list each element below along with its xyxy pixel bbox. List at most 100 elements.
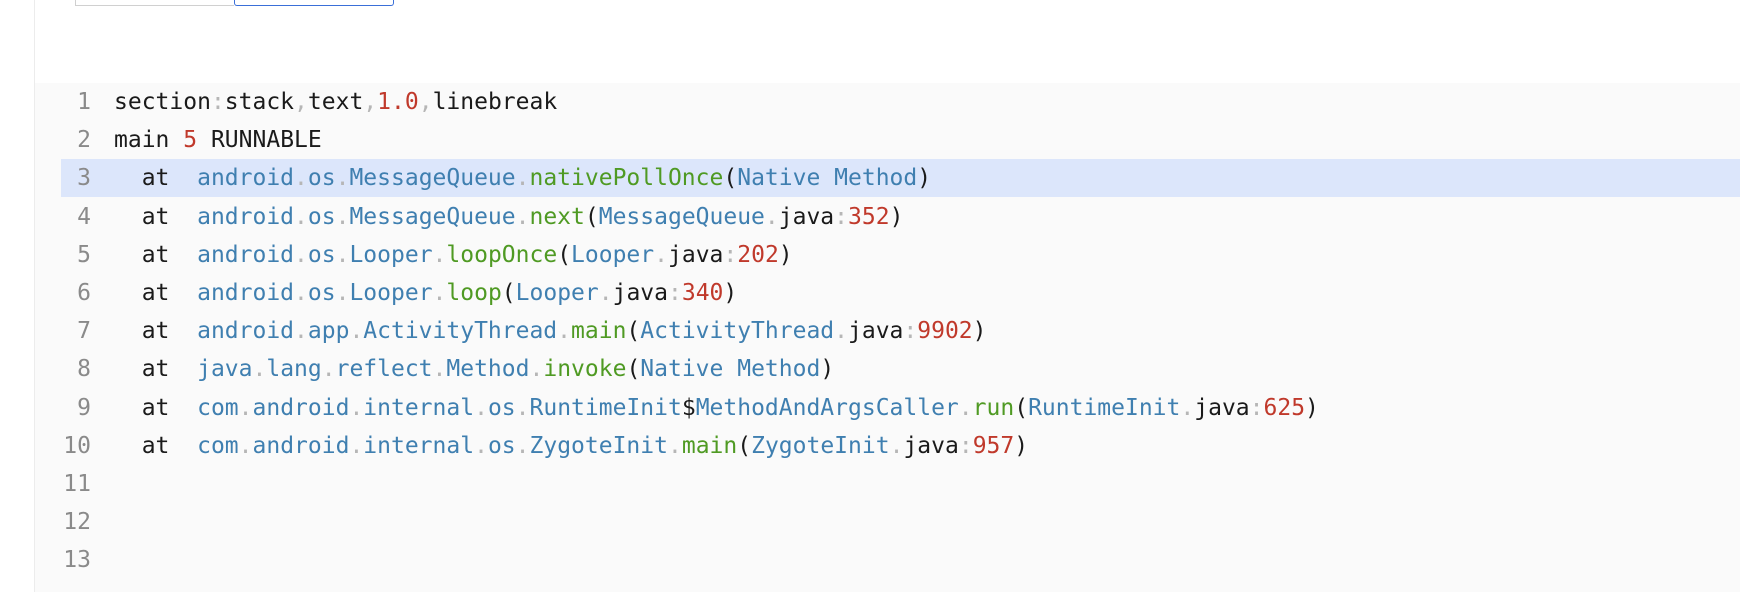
code-token: ZygoteInit (529, 432, 668, 459)
code-line[interactable]: 9 at com.android.internal.os.RuntimeInit… (35, 389, 1740, 427)
code-token: android (197, 280, 295, 306)
line-code: main 5 RUNNABLE (114, 121, 322, 159)
code-token: . (667, 432, 682, 459)
code-token: at (114, 394, 198, 421)
line-number: 5 (77, 241, 91, 268)
page: 1 section:stack,text,1.0,linebreak 2 main 5… (0, 0, 1740, 592)
code-token: : (958, 432, 973, 459)
code-token: at (114, 318, 198, 345)
code-token: java (1194, 394, 1250, 421)
code-token: . (474, 432, 488, 459)
code-token: . (294, 318, 308, 345)
code-line[interactable]: 3 at android.os.MessageQueue.nativePollO… (61, 159, 1740, 198)
code-token: java (778, 203, 835, 230)
code-token: java (197, 356, 253, 383)
code-token: . (515, 203, 530, 230)
code-line[interactable]: 4 at android.os.MessageQueue.next(Messag… (35, 198, 1740, 236)
code-token: 202 (737, 241, 779, 268)
code-token: . (1180, 394, 1195, 421)
code-token: java (612, 280, 668, 306)
line-number: 1 (77, 89, 91, 115)
line-code: at com.android.internal.os.RuntimeInit$M… (114, 389, 1319, 427)
code-token: java (668, 241, 724, 268)
code-token: . (958, 394, 973, 421)
code-token: ) (1305, 394, 1319, 421)
code-token: . (889, 432, 904, 459)
code-line[interactable]: 6 at android.os.Looper.loop(Looper.java:… (35, 274, 1740, 312)
code-token: 5 (183, 127, 198, 154)
code-token: text (307, 89, 364, 115)
line-code: at android.os.Looper.loopOnce(Looper.jav… (114, 236, 793, 274)
code-token: invoke (543, 356, 627, 383)
line-number: 9 (77, 394, 91, 421)
line-code: at android.os.MessageQueue.next(MessageQ… (114, 198, 904, 236)
line-code: section:stack,text,1.0,linebreak (114, 83, 557, 121)
code-line[interactable]: 7 at android.app.ActivityThread.main(Act… (35, 312, 1740, 350)
code-token: . (432, 280, 447, 306)
tab-1[interactable] (75, 0, 234, 6)
code-token: next (529, 203, 585, 230)
line-code: at android.os.MessageQueue.nativePollOnc… (114, 159, 931, 197)
code-token: ) (778, 241, 793, 268)
code-token: internal (363, 394, 475, 421)
code-token: : (903, 318, 918, 345)
line-code: at com.android.internal.os.ZygoteInit.ma… (114, 427, 1028, 465)
code-token: main (114, 127, 184, 154)
code-token: ( (584, 203, 599, 230)
code-token: os (307, 165, 336, 192)
code-token: 352 (848, 203, 890, 230)
code-token: internal (363, 432, 475, 459)
line-number: 12 (63, 509, 91, 536)
code-token: main (681, 432, 738, 459)
code-token: Native Method (640, 356, 821, 383)
code-token: ActivityThread (640, 318, 835, 345)
code-token: os (487, 432, 516, 459)
tab-2-selected[interactable] (234, 0, 394, 6)
code-token: ZygoteInit (751, 432, 890, 459)
code-token: 9902 (917, 318, 973, 345)
code-token: at (114, 203, 198, 230)
code-token: . (349, 318, 364, 345)
code-token: . (764, 203, 779, 230)
code-line[interactable]: 12 (35, 503, 1740, 541)
code-token: os (307, 241, 336, 268)
code-line[interactable]: 1 section:stack,text,1.0,linebreak (35, 83, 1740, 121)
code-line[interactable]: 8 at java.lang.reflect.Method.invoke(Nat… (35, 350, 1740, 388)
code-token: . (349, 432, 364, 459)
code-token: at (114, 356, 198, 383)
tab-strip (75, 0, 394, 7)
code-line[interactable]: 11 (35, 465, 1740, 503)
line-number: 10 (63, 432, 91, 459)
code-token: : (668, 280, 682, 306)
code-token: lang (266, 356, 322, 383)
code-token: . (294, 203, 308, 230)
code-token: . (834, 318, 849, 345)
code-token: Looper (515, 280, 599, 306)
code-token: Looper (349, 241, 433, 268)
code-token: reflect (335, 356, 433, 383)
code-token: : (1249, 394, 1264, 421)
code-token: ( (1014, 394, 1029, 421)
code-token: ( (626, 356, 641, 383)
code-token: Looper (571, 241, 655, 268)
line-number: 2 (77, 127, 91, 154)
code-token: android (197, 165, 295, 192)
code-token: . (598, 280, 613, 306)
code-token: RuntimeInit (1028, 394, 1181, 421)
code-line[interactable]: 13 (35, 541, 1740, 579)
code-token: android (252, 432, 350, 459)
code-token: . (294, 280, 308, 306)
code-editor[interactable]: 1 section:stack,text,1.0,linebreak 2 main 5… (35, 83, 1740, 592)
code-token: 1.0 (377, 89, 419, 115)
code-token: ) (1014, 432, 1029, 459)
code-token: . (294, 165, 308, 192)
code-token: loopOnce (446, 241, 558, 268)
code-token: , (363, 89, 378, 115)
code-line[interactable]: 2 main 5 RUNNABLE (35, 121, 1740, 159)
code-line[interactable]: 5 at android.os.Looper.loopOnce(Looper.j… (35, 236, 1740, 274)
code-token: . (238, 394, 253, 421)
code-token: . (432, 241, 447, 268)
code-token: android (252, 394, 350, 421)
code-line[interactable]: 10 at com.android.internal.os.ZygoteInit… (35, 427, 1740, 465)
code-token: . (335, 165, 350, 192)
